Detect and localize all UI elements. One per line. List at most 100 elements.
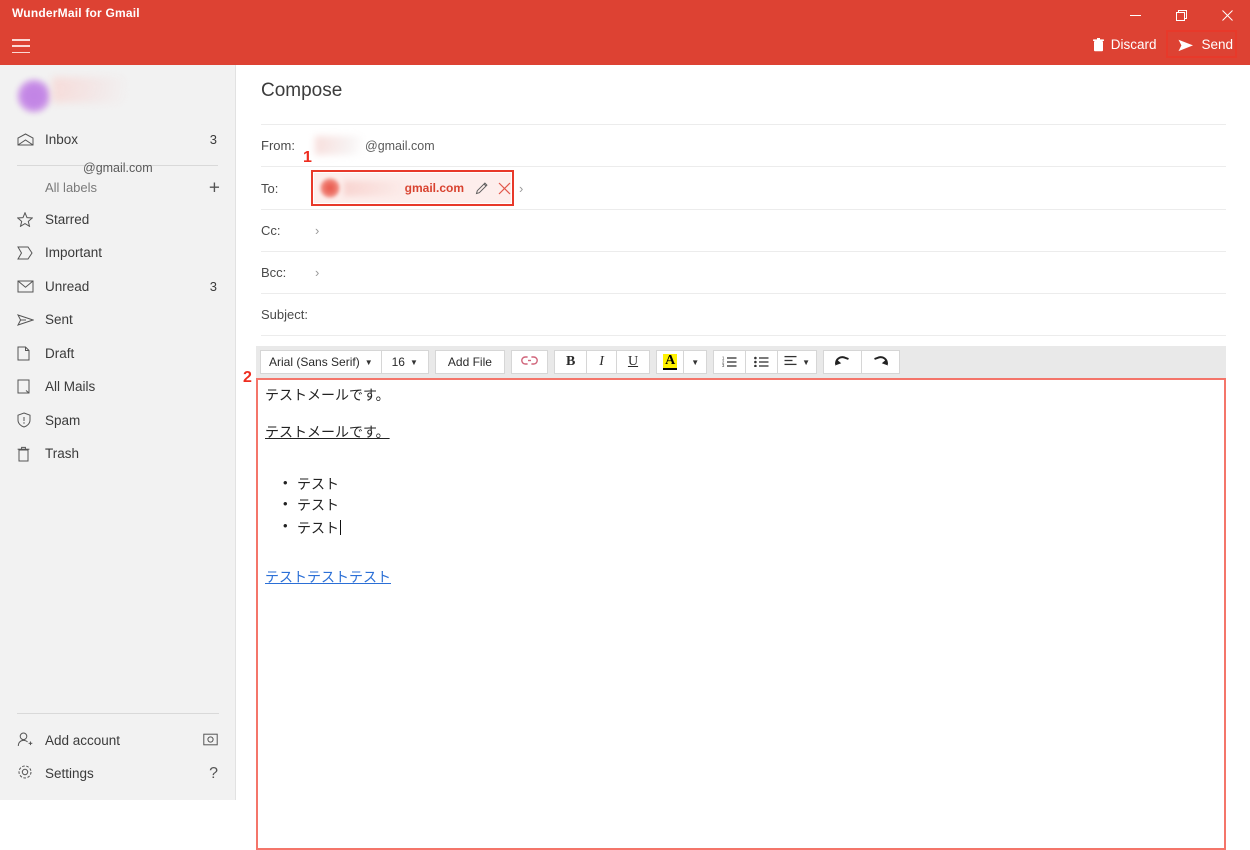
- cc-label: Cc:: [261, 223, 281, 238]
- pencil-icon[interactable]: [475, 181, 489, 195]
- bcc-expand-chevron-right-icon[interactable]: ›: [315, 265, 319, 280]
- gear-icon: [17, 764, 39, 783]
- account-name-masked: [52, 77, 126, 103]
- link-icon: [521, 355, 538, 369]
- list-item: テスト: [283, 476, 1224, 492]
- format-toolbar: Arial (Sans Serif) ▼ 16 ▼ Add File B I U…: [256, 346, 1226, 378]
- important-label-icon: [17, 246, 39, 260]
- sidebar-item-all-mails[interactable]: All Mails: [0, 370, 235, 404]
- sidebar-item-spam[interactable]: Spam: [0, 404, 235, 438]
- to-recipient-chip-wrapper: 1 gmail.com ›: [303, 149, 523, 206]
- app-window: WunderMail for Gmail Discard Send @gmail…: [0, 0, 1250, 850]
- list-group: 1 2 3 ▼: [713, 350, 818, 374]
- minimize-button[interactable]: [1112, 0, 1158, 30]
- ordered-list-button[interactable]: 1 2 3: [714, 351, 745, 373]
- minimize-icon: [1129, 14, 1141, 16]
- maximize-button[interactable]: [1158, 0, 1204, 30]
- to-recipient-chip[interactable]: gmail.com: [314, 173, 511, 203]
- sidebar-item-starred[interactable]: Starred: [0, 203, 235, 237]
- sidebar-item-sent[interactable]: Sent: [0, 303, 235, 337]
- undo-button[interactable]: [824, 351, 861, 373]
- add-file-button[interactable]: Add File: [436, 351, 504, 373]
- recipient-avatar: [320, 178, 340, 198]
- message-body[interactable]: テストメールです。 テストメールです。 テスト テスト テスト テストテストテス…: [256, 378, 1226, 850]
- highlight-group: A ▼: [656, 350, 708, 374]
- sidebar-section-all-labels: All labels +: [0, 173, 235, 203]
- recipient-name-masked: [344, 180, 407, 196]
- body-bullet-list: テスト テスト テスト: [263, 476, 1224, 536]
- add-account-label: Add account: [45, 733, 121, 748]
- field-row-to: To: 1 gmail.com ›: [261, 149, 1226, 209]
- maximize-icon: [1175, 9, 1187, 21]
- unordered-list-button[interactable]: [746, 351, 777, 373]
- plus-icon[interactable]: +: [209, 178, 220, 197]
- link-group: [510, 350, 548, 374]
- text-style-group: B I U: [553, 350, 651, 374]
- annotation-number-2: 2: [243, 369, 252, 386]
- paper-plane-icon: [17, 313, 39, 326]
- align-icon: [784, 355, 797, 369]
- field-row-cc: Cc: ›: [261, 209, 1226, 251]
- text-cursor: [340, 519, 341, 535]
- font-family-select[interactable]: Arial (Sans Serif) ▼: [261, 351, 381, 373]
- sidebar-item-inbox[interactable]: Inbox 3: [0, 123, 235, 157]
- sidebar: @gmail.com Inbox 3 All labels + Starred: [0, 65, 236, 800]
- annotation-number-1: 1: [303, 149, 312, 166]
- close-button[interactable]: [1204, 0, 1250, 30]
- inbox-envelope-icon: [17, 133, 39, 146]
- add-account-button[interactable]: Add account: [0, 724, 236, 757]
- cc-expand-chevron-right-icon[interactable]: ›: [315, 223, 319, 238]
- sidebar-item-count: 3: [209, 278, 217, 294]
- account-header[interactable]: [0, 65, 235, 123]
- compose-fields: From: @gmail.com To: 1 gmail.com › Cc: ›…: [261, 124, 1226, 336]
- from-name-masked: [315, 136, 363, 155]
- hamburger-icon[interactable]: [12, 38, 30, 54]
- sidebar-item-unread[interactable]: Unread 3: [0, 270, 235, 304]
- sidebar-item-draft[interactable]: Draft: [0, 337, 235, 371]
- underline-button[interactable]: U: [617, 351, 649, 373]
- message-body-content: テストメールです。 テストメールです。 テスト テスト テスト テストテストテス…: [263, 387, 1224, 585]
- title-bar: WunderMail for Gmail Discard Send: [0, 0, 1250, 95]
- sidebar-item-label: Spam: [45, 412, 81, 428]
- bold-label: B: [565, 354, 576, 369]
- svg-text:3: 3: [722, 363, 725, 367]
- settings-button[interactable]: Settings ?: [0, 757, 236, 790]
- highlight-a-icon: A: [663, 353, 678, 370]
- text-highlight-button[interactable]: A: [657, 351, 683, 373]
- redo-button[interactable]: [862, 351, 899, 373]
- font-size-select[interactable]: 16 ▼: [382, 351, 428, 373]
- send-label: Send: [1201, 37, 1233, 53]
- sidebar-item-label: Important: [45, 245, 103, 261]
- app-title: WunderMail for Gmail: [12, 6, 140, 20]
- font-size-value: 16: [391, 355, 405, 369]
- field-row-subject[interactable]: Subject:: [261, 293, 1226, 336]
- star-icon: [17, 211, 39, 227]
- sidebar-item-trash[interactable]: Trash: [0, 437, 235, 471]
- to-expand-chevron-right-icon[interactable]: ›: [519, 181, 523, 196]
- trash-icon: [1092, 38, 1104, 52]
- bold-button[interactable]: B: [555, 351, 586, 373]
- font-group: Arial (Sans Serif) ▼ 16 ▼: [260, 350, 429, 374]
- body-hyperlink[interactable]: テストテストテスト: [265, 569, 391, 585]
- italic-button[interactable]: I: [587, 351, 616, 373]
- send-paper-plane-icon: [1178, 39, 1194, 51]
- sidebar-item-label: Trash: [45, 446, 80, 462]
- highlight-color-dropdown[interactable]: ▼: [684, 351, 706, 373]
- align-dropdown-button[interactable]: ▼: [778, 351, 816, 373]
- draft-page-icon: [17, 346, 39, 361]
- bcc-label: Bcc:: [261, 265, 287, 280]
- help-icon[interactable]: ?: [209, 765, 218, 783]
- insert-link-button[interactable]: [512, 351, 547, 373]
- close-x-icon[interactable]: [498, 182, 511, 195]
- window-controls: [1112, 0, 1250, 30]
- discard-button[interactable]: Discard: [1084, 34, 1166, 56]
- body-paragraph-1: テストメールです。: [265, 387, 390, 403]
- page-title: Compose: [261, 80, 343, 101]
- list-item: テスト: [283, 519, 1224, 536]
- sidebar-footer-divider: [17, 713, 219, 714]
- send-button[interactable]: Send: [1169, 34, 1242, 56]
- sidebar-item-label: Draft: [45, 345, 75, 361]
- sidebar-item-important[interactable]: Important: [0, 236, 235, 270]
- avatar: [16, 78, 52, 114]
- switch-account-icon[interactable]: [203, 732, 218, 750]
